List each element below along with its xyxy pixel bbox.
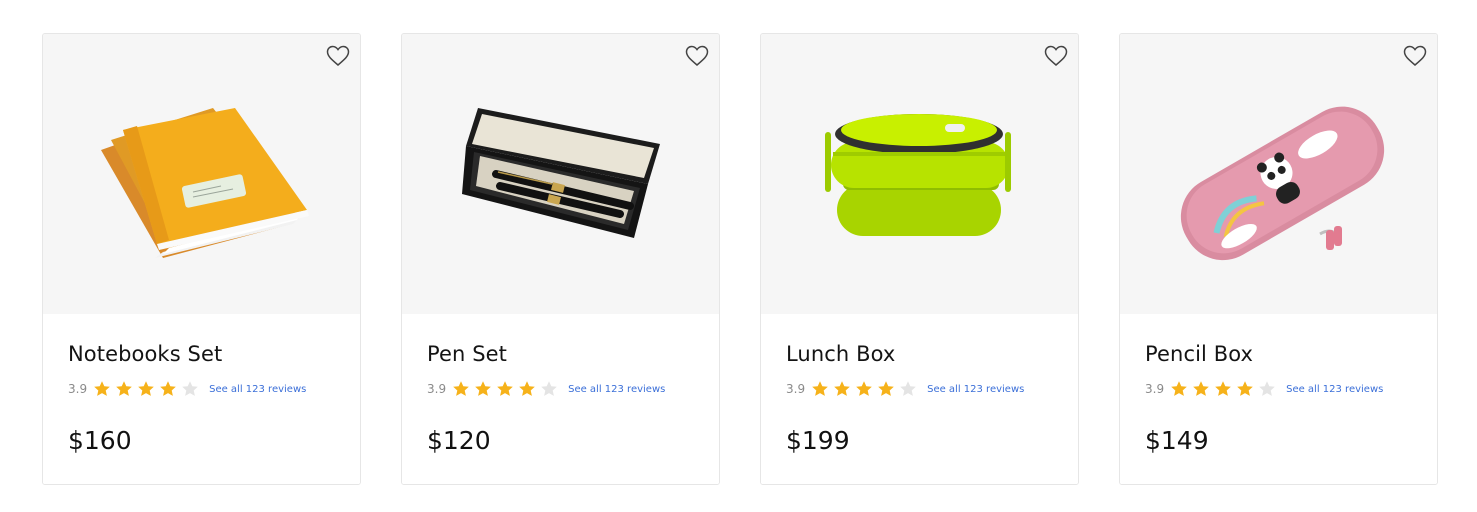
rating-value: 3.9 <box>68 382 88 396</box>
rating-value: 3.9 <box>786 382 806 396</box>
wishlist-heart-icon[interactable] <box>1403 45 1427 67</box>
product-image-area[interactable] <box>43 34 360 314</box>
star-filled-icon <box>116 381 132 396</box>
product-card[interactable]: Notebooks Set 3.9 See all 123 reviews $1… <box>42 33 361 485</box>
product-image-area[interactable] <box>761 34 1078 314</box>
star-rating <box>1170 380 1280 398</box>
product-rating: 3.9 See all 123 reviews <box>68 379 306 399</box>
rating-value: 3.9 <box>427 382 447 396</box>
product-info: Pencil Box 3.9 See all 123 reviews $149 <box>1120 314 1437 484</box>
product-rating: 3.9 See all 123 reviews <box>786 379 1024 399</box>
star-empty-icon <box>1259 381 1275 396</box>
rating-value: 3.9 <box>1145 382 1165 396</box>
star-filled-icon <box>475 381 491 396</box>
product-image-area[interactable] <box>1120 34 1437 314</box>
star-rating <box>452 380 562 398</box>
star-filled-icon <box>138 381 154 396</box>
product-price: $199 <box>786 426 850 455</box>
product-grid: Notebooks Set 3.9 See all 123 reviews $1… <box>42 33 1439 486</box>
see-all-reviews-link[interactable]: See all 123 reviews <box>568 384 665 395</box>
see-all-reviews-link[interactable]: See all 123 reviews <box>209 384 306 395</box>
star-filled-icon <box>856 381 872 396</box>
product-info: Pen Set 3.9 See all 123 reviews $120 <box>402 314 719 484</box>
product-title[interactable]: Lunch Box <box>786 342 895 366</box>
product-title[interactable]: Notebooks Set <box>68 342 222 366</box>
product-card[interactable]: Pen Set 3.9 See all 123 reviews $120 <box>401 33 720 485</box>
product-card[interactable]: Pencil Box 3.9 See all 123 reviews $149 <box>1119 33 1438 485</box>
see-all-reviews-link[interactable]: See all 123 reviews <box>927 384 1024 395</box>
pen-set-image <box>462 108 660 238</box>
product-rating: 3.9 See all 123 reviews <box>1145 379 1383 399</box>
wishlist-heart-icon[interactable] <box>326 45 350 67</box>
star-filled-icon <box>453 381 469 396</box>
wishlist-heart-icon[interactable] <box>1044 45 1068 67</box>
product-title[interactable]: Pencil Box <box>1145 342 1253 366</box>
star-filled-icon <box>1215 381 1231 396</box>
star-empty-icon <box>900 381 916 396</box>
product-price: $160 <box>68 426 132 455</box>
product-info: Lunch Box 3.9 See all 123 reviews $199 <box>761 314 1078 484</box>
star-filled-icon <box>834 381 850 396</box>
product-title[interactable]: Pen Set <box>427 342 507 366</box>
star-empty-icon <box>182 381 198 396</box>
see-all-reviews-link[interactable]: See all 123 reviews <box>1286 384 1383 395</box>
product-price: $149 <box>1145 426 1209 455</box>
star-rating <box>811 380 921 398</box>
product-image-area[interactable] <box>402 34 719 314</box>
star-filled-icon <box>812 381 828 396</box>
product-rating: 3.9 See all 123 reviews <box>427 379 665 399</box>
star-filled-icon <box>519 381 535 396</box>
product-price: $120 <box>427 426 491 455</box>
pencil-box-image <box>1180 106 1385 261</box>
star-filled-icon <box>160 381 176 396</box>
star-filled-icon <box>878 381 894 396</box>
notebooks-image <box>101 108 309 258</box>
wishlist-heart-icon[interactable] <box>685 45 709 67</box>
star-filled-icon <box>94 381 110 396</box>
star-filled-icon <box>497 381 513 396</box>
product-info: Notebooks Set 3.9 See all 123 reviews $1… <box>43 314 360 484</box>
star-filled-icon <box>1237 381 1253 396</box>
star-rating <box>93 380 203 398</box>
product-card[interactable]: Lunch Box 3.9 See all 123 reviews $199 <box>760 33 1079 485</box>
star-filled-icon <box>1171 381 1187 396</box>
star-filled-icon <box>1193 381 1209 396</box>
lunch-box-image <box>825 114 1011 236</box>
star-empty-icon <box>541 381 557 396</box>
